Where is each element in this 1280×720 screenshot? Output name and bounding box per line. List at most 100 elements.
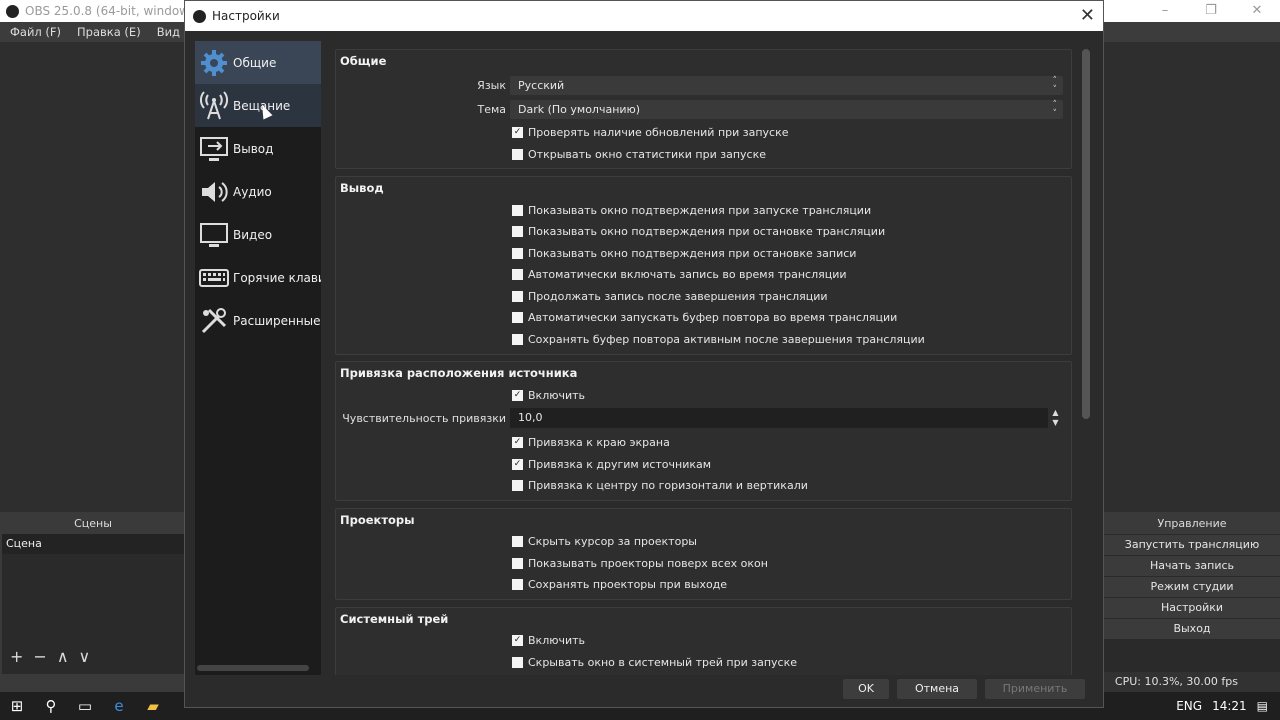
dialog-titlebar: Настройки ✕ — [185, 1, 1103, 31]
obs-logo-icon — [193, 9, 206, 23]
group-title: Привязка расположения источника — [340, 366, 578, 380]
edge-icon[interactable]: e — [102, 692, 136, 720]
menu-edit[interactable]: Правка (E) — [77, 25, 141, 39]
minimize-icon[interactable]: – — [1142, 0, 1188, 22]
confirm-start-stream-checkbox[interactable]: Показывать окно подтверждения при запуск… — [512, 204, 871, 217]
checkbox-label: Привязка к другим источникам — [528, 457, 712, 471]
snap-other-sources-checkbox[interactable]: ✓ Привязка к другим источникам — [512, 458, 711, 471]
notifications-icon[interactable]: ▤ — [1257, 699, 1268, 713]
checkbox-label: Автоматически включать запись во время т… — [528, 267, 847, 281]
checkbox-box — [512, 311, 523, 323]
group-title: Вывод — [340, 181, 384, 195]
move-up-button[interactable]: ∧ — [57, 647, 69, 666]
confirm-stop-record-checkbox[interactable]: Показывать окно подтверждения при остано… — [512, 247, 856, 260]
language-indicator[interactable]: ENG — [1176, 699, 1202, 713]
settings-content: Общие Язык Русский ˄ ˅ Тема Dark (По умолч… — [335, 49, 1072, 675]
checkbox-label: Сохранять буфер повтора активным после з… — [528, 332, 925, 346]
folder-icon[interactable]: ▰ — [136, 692, 170, 720]
checkbox-box — [512, 247, 523, 259]
checkbox-box: ✓ — [512, 436, 523, 448]
keep-replay-buffer-checkbox[interactable]: Сохранять буфер повтора активным после з… — [512, 333, 925, 346]
checkbox-label: Скрывать окно в системный трей при запус… — [528, 655, 797, 669]
close-main-icon[interactable]: ✕ — [1234, 0, 1280, 22]
confirm-stop-stream-checkbox[interactable]: Показывать окно подтверждения при остано… — [512, 225, 885, 238]
close-icon[interactable]: ✕ — [1080, 5, 1095, 26]
theme-select[interactable]: Dark (По умолчанию) ˄ ˅ — [510, 99, 1063, 119]
windows-start-icon[interactable]: ⊞ — [0, 692, 34, 720]
tray-enable-checkbox[interactable]: ✓ Включить — [512, 634, 585, 647]
check-updates-checkbox[interactable]: ✓ Проверять наличие обновлений при запуск… — [512, 126, 789, 139]
checkbox-label: Показывать проекторы поверх всех окон — [528, 556, 768, 570]
keyboard-icon — [199, 268, 229, 287]
checkbox-box — [512, 204, 523, 216]
sensitivity-input[interactable]: 10,0 — [510, 408, 1048, 428]
clock[interactable]: 14:21 — [1212, 699, 1247, 713]
language-label: Язык — [477, 78, 506, 92]
save-projectors-checkbox[interactable]: Сохранять проекторы при выходе — [512, 578, 727, 591]
spinner-arrows-icon[interactable]: ▲ ▼ — [1048, 408, 1063, 428]
keep-recording-checkbox[interactable]: Продолжать запись после завершения транс… — [512, 290, 828, 303]
group-title: Системный трей — [340, 612, 449, 626]
controls-dock: Управление Запустить трансляцию Начать з… — [1104, 514, 1280, 674]
sidebar-item-video[interactable]: Видео — [195, 213, 321, 256]
checkbox-label: Включить — [528, 388, 586, 402]
maximize-icon[interactable]: ❐ — [1188, 0, 1234, 22]
group-title: Проекторы — [340, 513, 415, 527]
menu-file[interactable]: Файл (F) — [10, 25, 61, 39]
sidebar-item-label: Аудио — [233, 184, 272, 199]
sidebar-item-output[interactable]: Вывод — [195, 127, 321, 170]
checkbox-label: Показывать окно подтверждения при запуск… — [528, 203, 872, 217]
checkbox-label: Сохранять проекторы при выходе — [528, 577, 728, 591]
start-recording-button[interactable]: Начать запись — [1104, 556, 1280, 576]
move-down-button[interactable]: ∨ — [79, 647, 91, 666]
language-value: Русский — [518, 78, 565, 92]
language-select[interactable]: Русский ˄ ˅ — [510, 75, 1063, 95]
start-streaming-button[interactable]: Запустить трансляцию — [1104, 535, 1280, 555]
hide-cursor-checkbox[interactable]: Скрыть курсор за проекторы — [512, 535, 697, 548]
settings-sidebar: Общие Вещание Вывод Аудио Видео Горячие … — [195, 41, 321, 675]
checkbox-box: ✓ — [512, 126, 523, 138]
snap-screen-edge-checkbox[interactable]: ✓ Привязка к краю экрана — [512, 436, 670, 449]
tools-icon — [201, 307, 227, 333]
sidebar-item-label: Общие — [233, 55, 277, 70]
projectors-on-top-checkbox[interactable]: Показывать проекторы поверх всех окон — [512, 557, 768, 570]
sidebar-item-label: Видео — [233, 227, 273, 242]
output-group: Вывод Показывать окно подтверждения при … — [335, 176, 1072, 355]
apply-button[interactable]: Применить — [985, 679, 1085, 699]
scenes-dock: Сцены Сцена + − ∧ ∨ — [2, 514, 184, 674]
checkbox-box: ✓ — [512, 389, 523, 401]
sidebar-item-general[interactable]: Общие — [195, 41, 321, 84]
general-group: Общие Язык Русский ˄ ˅ Тема Dark (По умолч… — [335, 49, 1072, 169]
sidebar-item-advanced[interactable]: Расширенные — [195, 299, 321, 342]
remove-scene-button[interactable]: − — [33, 647, 46, 666]
sidebar-scrollbar[interactable] — [197, 665, 309, 671]
broadcast-icon — [200, 90, 228, 119]
scene-list-item[interactable]: Сцена — [2, 534, 184, 554]
sensitivity-label: Чувствительность привязки — [342, 411, 506, 425]
search-icon[interactable]: ⚲ — [34, 692, 68, 720]
snapping-enable-checkbox[interactable]: ✓ Включить — [512, 389, 585, 402]
add-scene-button[interactable]: + — [10, 647, 23, 666]
ok-button[interactable]: OK — [843, 679, 889, 699]
checkbox-box: ✓ — [512, 634, 523, 646]
exit-button[interactable]: Выход — [1104, 619, 1280, 639]
auto-record-checkbox[interactable]: Автоматически включать запись во время т… — [512, 268, 847, 281]
task-view-icon[interactable]: ▭ — [68, 692, 102, 720]
settings-button[interactable]: Настройки — [1104, 598, 1280, 618]
sidebar-item-hotkeys[interactable]: Горячие клавиши — [195, 256, 321, 299]
checkbox-label: Скрыть курсор за проекторы — [528, 534, 697, 548]
auto-replay-buffer-checkbox[interactable]: Автоматически запускать буфер повтора во… — [512, 311, 897, 324]
minimize-to-tray-checkbox[interactable]: Скрывать окно в системный трей при запус… — [512, 656, 797, 669]
group-title: Общие — [340, 54, 387, 68]
sidebar-item-audio[interactable]: Аудио — [195, 170, 321, 213]
checkbox-box — [512, 557, 523, 569]
content-scrollbar[interactable] — [1082, 49, 1090, 419]
gear-icon — [201, 49, 227, 76]
checkbox-box — [512, 656, 523, 668]
studio-mode-button[interactable]: Режим студии — [1104, 577, 1280, 597]
cancel-button[interactable]: Отмена — [897, 679, 977, 699]
open-stats-checkbox[interactable]: Открывать окно статистики при запуске — [512, 148, 766, 161]
snap-center-checkbox[interactable]: Привязка к центру по горизонтали и верти… — [512, 479, 808, 492]
output-icon — [200, 136, 228, 161]
checkbox-box — [512, 333, 523, 345]
